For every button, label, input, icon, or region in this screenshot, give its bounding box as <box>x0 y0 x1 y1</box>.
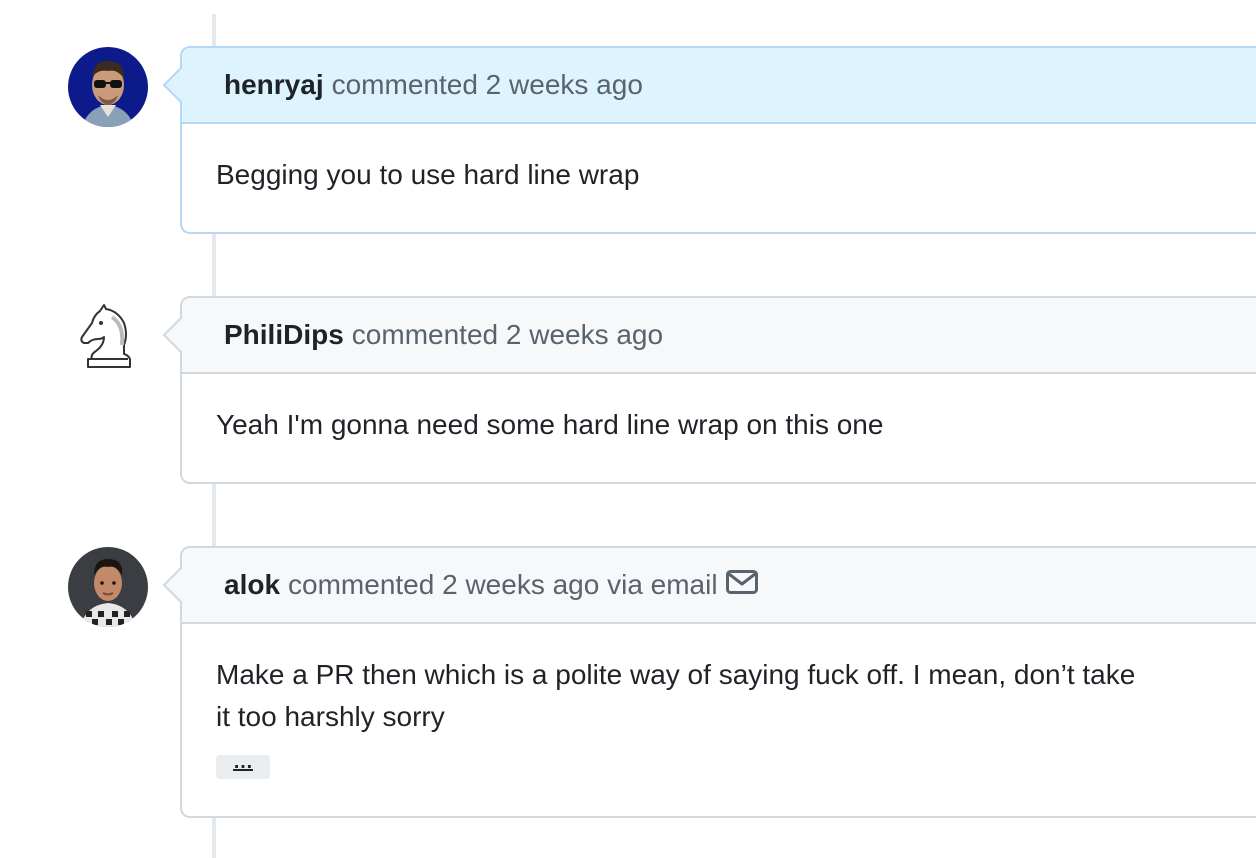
avatar[interactable] <box>68 47 148 127</box>
comment-author-link[interactable]: henryaj <box>224 69 324 101</box>
comment-box: PhiliDips commented 2 weeks ago Yeah I'm… <box>162 296 1256 484</box>
comment-body: Begging you to use hard line wrap <box>182 124 1256 196</box>
comment-header: henryaj commented 2 weeks ago <box>182 48 1256 124</box>
comment-author-link[interactable]: alok <box>224 569 280 601</box>
comment-timestamp[interactable]: commented 2 weeks ago <box>352 319 663 351</box>
comment-timestamp[interactable]: commented 2 weeks ago via email <box>288 569 718 601</box>
comment-box: henryaj commented 2 weeks ago Begging yo… <box>162 46 1256 234</box>
comment-timeline: henryaj commented 2 weeks ago Begging yo… <box>0 0 1256 858</box>
avatar[interactable] <box>68 547 148 627</box>
chess-knight-icon <box>68 297 148 377</box>
comment-body-text: Yeah I'm gonna need some hard line wrap … <box>216 409 884 440</box>
avatar[interactable] <box>68 297 148 377</box>
comment-body: Make a PR then which is a polite way of … <box>182 624 1256 780</box>
avatar-photo-portrait <box>68 547 148 627</box>
comment-timestamp[interactable]: commented 2 weeks ago <box>332 69 643 101</box>
comment-header: alok commented 2 weeks ago via email <box>182 548 1256 624</box>
comment-box: alok commented 2 weeks ago via email Mak… <box>162 546 1256 818</box>
avatar-photo-sunglasses <box>68 47 148 127</box>
comment-author-link[interactable]: PhiliDips <box>224 319 344 351</box>
comment-header: PhiliDips commented 2 weeks ago <box>182 298 1256 374</box>
show-hidden-text-button[interactable]: … <box>216 752 270 779</box>
comment-body-line: it too harshly sorry <box>216 701 445 732</box>
comment-body: Yeah I'm gonna need some hard line wrap … <box>182 374 1256 446</box>
comment-body-line: Make a PR then which is a polite way of … <box>216 659 1136 690</box>
mail-icon <box>725 569 758 601</box>
comment-body-text: Begging you to use hard line wrap <box>216 159 640 190</box>
